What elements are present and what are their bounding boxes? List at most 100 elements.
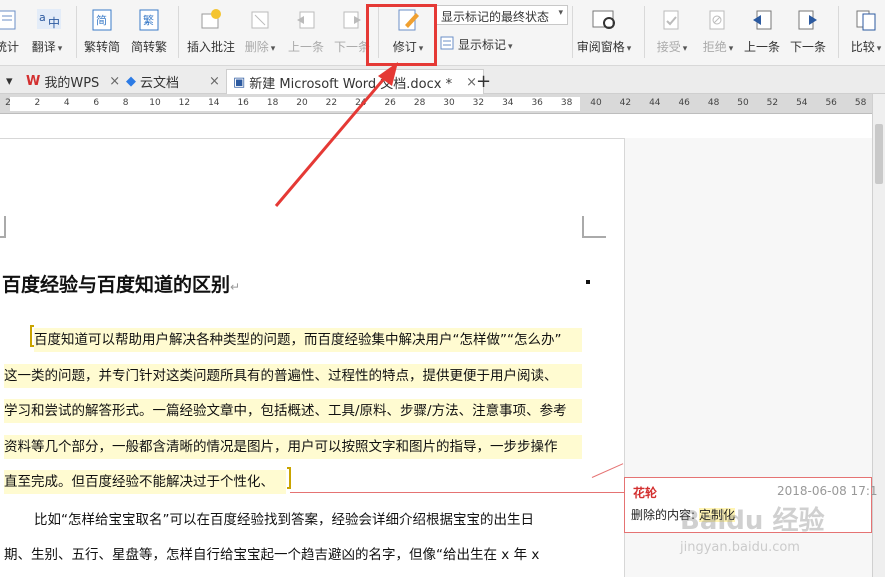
ruler-tick-label: 42 <box>619 98 632 108</box>
word-count-button[interactable]: 统计 <box>0 0 22 62</box>
ruler-tick-label: 52 <box>766 98 779 108</box>
toolbar-divider <box>76 6 77 58</box>
word-count-icon <box>0 5 21 35</box>
document-title[interactable]: 百度经验与百度知道的区别↵ <box>2 270 240 297</box>
ruler-tick-label: 26 <box>384 98 396 108</box>
document-title-text: 百度经验与百度知道的区别 <box>2 274 231 296</box>
insert-comment-label: 插入批注 <box>186 40 235 54</box>
ruler-tick-label: 20 <box>296 98 308 108</box>
accept-icon <box>658 5 686 35</box>
previous-comment-icon <box>292 5 320 35</box>
next-change-label: 下一条 <box>789 40 826 54</box>
ruler-tick-label: 48 <box>707 98 720 108</box>
tab-word-document[interactable]: ▣ 新建 Microsoft Word 文档.docx * × <box>226 69 484 94</box>
ruler-tick-label: 16 <box>237 98 249 108</box>
reject-label: 拒绝 <box>703 38 734 55</box>
accept-button[interactable]: 接受 <box>650 0 694 62</box>
document-line[interactable]: 学习和尝试的解答形式。一篇经验文章中，包括概述、工具/原料、步骤/方法、注意事项… <box>4 399 582 423</box>
previous-comment-button[interactable]: 上一条 <box>284 0 328 62</box>
document-line[interactable]: 这一类的问题，并专门针对这类问题所具有的普遍性、过程性的特点，提供更便于用户阅读… <box>4 364 582 388</box>
translate-label: 翻译 <box>32 38 63 55</box>
review-toolbar: 统计 a中 翻译 简 繁转简 繁 简转繁 插入批注 删除 <box>0 0 885 66</box>
review-pane-button[interactable]: 审阅窗格 <box>576 0 632 62</box>
ruler-tick-label: 32 <box>472 98 485 108</box>
delete-comment-label: 删除 <box>245 38 276 55</box>
page-corner-mark <box>0 216 6 238</box>
wps-logo-icon: W <box>26 74 41 89</box>
page-top-edge <box>0 138 625 139</box>
tab-label: 新建 Microsoft Word 文档.docx * <box>249 76 453 92</box>
next-change-icon <box>794 5 822 35</box>
ruler-tick-label: 46 <box>678 98 690 108</box>
ruler-tick-label: 12 <box>178 98 191 108</box>
comment-connector-line <box>290 492 624 493</box>
ruler-tick-label: 8 <box>122 98 129 108</box>
scrollbar-thumb[interactable] <box>875 124 883 184</box>
plus-icon: + <box>476 71 492 92</box>
horizontal-ruler[interactable]: 2 2 4 6 8 10 12 14 16 18 20 22 24 26 28 30 32 34 36 38 40 42 4… <box>0 94 872 114</box>
tab-my-wps[interactable]: W 我的WPS × <box>20 69 126 94</box>
ruler-tick-label: 50 <box>737 98 749 108</box>
close-icon[interactable]: × <box>209 74 220 89</box>
show-markup-icon <box>440 36 454 53</box>
next-change-button[interactable]: 下一条 <box>786 0 830 62</box>
traditional-to-simplified-icon: 简 <box>88 5 116 35</box>
baidu-watermark: Baidu 经验 <box>680 506 825 536</box>
ruler-tick-label: 30 <box>443 98 455 108</box>
compare-label: 比较 <box>851 38 882 55</box>
document-line[interactable]: 比如“怎样给宝宝取名”可以在百度经验找到答案，经验会详细介绍根据宝宝的出生日 <box>34 508 534 532</box>
document-line[interactable]: 资料等几个部分，一般都含清晰的情况是图片，用户可以按照文字和图片的指导，一步步操… <box>4 435 582 459</box>
ruler-tick-label: 56 <box>825 98 837 108</box>
document-line[interactable]: 百度知道可以帮助用户解决各种类型的问题，而百度经验集中解决用户“怎样做”“怎么办… <box>34 328 582 352</box>
insert-comment-icon <box>197 5 225 35</box>
next-comment-icon <box>338 5 366 35</box>
vertical-scrollbar[interactable] <box>872 94 885 577</box>
document-line[interactable]: 期、生别、五行、星盘等，怎样自行给宝宝起一个趋吉避凶的名字，但像“给出生在 x … <box>4 543 539 567</box>
chevron-down-icon: ▾ <box>558 8 563 18</box>
reject-icon <box>704 5 732 35</box>
track-changes-highlight-box <box>366 4 437 66</box>
ruler-tick-label: 44 <box>649 98 661 108</box>
chevron-down-icon: ▾ <box>6 74 13 89</box>
next-comment-label: 下一条 <box>333 40 370 54</box>
ruler-tick-label: 14 <box>208 98 220 108</box>
display-mode-select[interactable]: 显示标记的最终状态 ▾ <box>436 5 568 25</box>
simplified-to-traditional-label: 简转繁 <box>130 40 167 54</box>
show-markup-button[interactable]: 显示标记 <box>440 36 513 53</box>
ruler-tick-label: 28 <box>413 98 426 108</box>
translate-button[interactable]: a中 翻译 <box>26 0 68 62</box>
traditional-to-simplified-button[interactable]: 简 繁转简 <box>80 0 124 62</box>
ruler-tick-label: 24 <box>355 98 367 108</box>
document-tab-bar: ▾ W 我的WPS × ◆ 云文档 × ▣ 新建 Microsoft Word … <box>0 66 885 94</box>
translate-icon: a中 <box>33 5 61 35</box>
svg-text:繁: 繁 <box>143 13 154 27</box>
simplified-to-traditional-icon: 繁 <box>135 5 163 35</box>
simplified-to-traditional-button[interactable]: 繁 简转繁 <box>127 0 171 62</box>
ruler-tick-label: 18 <box>266 98 279 108</box>
delete-comment-button[interactable]: 删除 <box>240 0 280 62</box>
ruler-tick-label: 6 <box>93 98 100 108</box>
accept-label: 接受 <box>657 38 688 55</box>
tab-menu-chevron[interactable]: ▾ <box>0 69 19 94</box>
document-line[interactable]: 直至完成。但百度经验不能解决过于个性化、 <box>4 470 286 494</box>
review-pane-label: 审阅窗格 <box>577 38 632 55</box>
review-pane-icon <box>590 5 618 35</box>
svg-text:简: 简 <box>96 13 107 27</box>
previous-change-button[interactable]: 上一条 <box>740 0 784 62</box>
ruler-tick-label: 10 <box>149 98 161 108</box>
compare-button[interactable]: 比较 <box>846 0 885 62</box>
new-tab-button[interactable]: + <box>470 69 497 94</box>
ruler-tick-label: 40 <box>590 98 602 108</box>
svg-text:中: 中 <box>48 15 60 30</box>
insert-comment-button[interactable]: 插入批注 <box>184 0 238 62</box>
word-count-label: 统计 <box>0 40 19 54</box>
ruler-tick-label: 36 <box>531 98 543 108</box>
toolbar-divider <box>178 6 179 58</box>
reject-button[interactable]: 拒绝 <box>696 0 740 62</box>
comment-date: 2018-06-08 17:1 <box>777 484 878 498</box>
tab-cloud-doc[interactable]: ◆ 云文档 × <box>120 69 226 94</box>
display-mode-select-value: 显示标记的最终状态 <box>441 10 550 24</box>
word-doc-icon: ▣ <box>233 74 246 90</box>
ruler-tick-label: 34 <box>502 98 514 108</box>
close-icon[interactable]: × <box>109 74 120 89</box>
